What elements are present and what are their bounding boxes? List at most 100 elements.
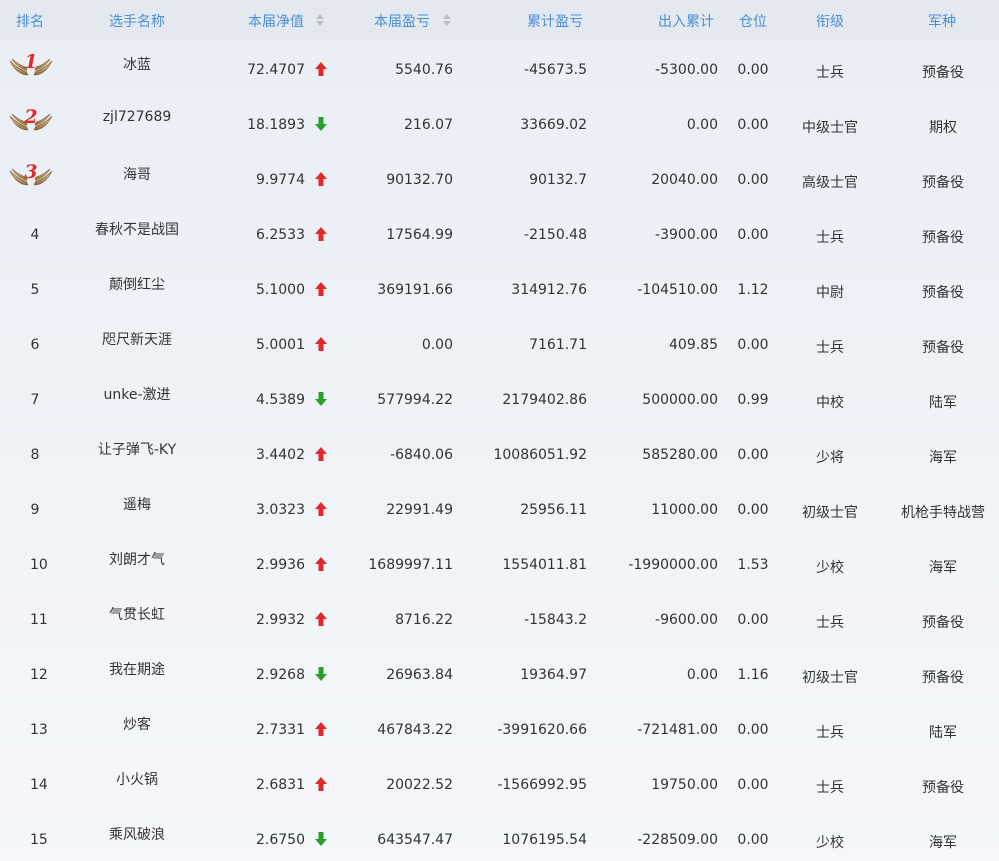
total-profit-value: -2150.48 — [524, 227, 587, 243]
table-row[interactable]: 6 咫尺新天涯 5.0001 0.00 7161.71 409.85 0.00 士兵 预备役 — [0, 315, 999, 370]
player-name[interactable]: 咫尺新天涯 — [70, 329, 204, 349]
arrow-up-icon — [314, 336, 328, 352]
position-value: 1.53 — [737, 557, 769, 573]
flow-value: 0.00 — [686, 117, 718, 133]
arm-value: 海军 — [929, 835, 957, 851]
profit-value: 8716.22 — [395, 612, 453, 628]
flow-value: 0.00 — [686, 667, 718, 683]
arm-value: 预备役 — [922, 340, 964, 356]
position-value: 0.00 — [737, 502, 769, 518]
table-row[interactable]: 13 炒客 2.7331 467843.22 -3991620.66 -721481.00… — [0, 700, 999, 755]
player-name[interactable]: 冰蓝 — [70, 54, 204, 74]
header-military-rank[interactable]: 衔级 — [816, 11, 844, 31]
table-row[interactable]: 12 我在期途 2.9268 26963.84 19364.97 0.00 1.16 初级士官… — [0, 645, 999, 700]
profit-value: 216.07 — [404, 117, 453, 133]
rank-number: 7 — [30, 392, 40, 408]
flow-value: 19750.00 — [651, 777, 718, 793]
header-flow[interactable]: 出入累计 — [658, 11, 714, 31]
flow-value: -3900.00 — [655, 227, 718, 243]
sort-icon[interactable] — [443, 14, 451, 26]
total-profit-value: 2179402.86 — [502, 392, 587, 408]
table-row[interactable]: 7 unke-激进 4.5389 577994.22 2179402.86 500000.… — [0, 370, 999, 425]
flow-value: 500000.00 — [642, 392, 718, 408]
player-name[interactable]: 海哥 — [70, 164, 204, 184]
rank-number: 1 — [24, 51, 38, 73]
profit-value: 90132.70 — [386, 172, 453, 188]
player-name[interactable]: 颠倒红尘 — [70, 274, 204, 294]
rank-medal-icon: 3 — [8, 161, 54, 191]
rank-medal-icon: 1 — [8, 51, 54, 81]
position-value: 0.00 — [737, 337, 769, 353]
arrow-up-icon — [314, 226, 328, 242]
total-profit-value: 7161.71 — [529, 337, 587, 353]
net-value: 9.9774 — [256, 172, 305, 188]
rank-number: 14 — [30, 777, 48, 793]
arm-value: 海军 — [929, 560, 957, 576]
arrow-up-icon — [314, 61, 328, 77]
table-row[interactable]: 15 乘风破浪 2.6750 643547.47 1076195.54 -228509.0… — [0, 810, 999, 861]
total-profit-value: -45673.5 — [524, 62, 587, 78]
player-name[interactable]: 炒客 — [70, 714, 204, 734]
arrow-up-icon — [314, 501, 328, 517]
flow-value: 409.85 — [669, 337, 718, 353]
rank-number: 8 — [30, 447, 40, 463]
player-name[interactable]: zjl727689 — [70, 109, 204, 125]
military-rank-value: 高级士官 — [802, 175, 858, 191]
player-name[interactable]: 气贯长虹 — [70, 604, 204, 624]
position-value: 0.99 — [737, 392, 769, 408]
arrow-up-icon — [314, 281, 328, 297]
header-name[interactable]: 选手名称 — [109, 11, 165, 31]
player-name[interactable]: 让子弹飞-KY — [70, 439, 204, 459]
table-row[interactable]: 3 海哥 9.9774 90132.70 90132.7 20040.00 0.00 高级士官… — [0, 150, 999, 205]
table-row[interactable]: 14 小火锅 2.6831 20022.52 -1566992.95 19750.00 0.… — [0, 755, 999, 810]
table-row[interactable]: 9 遥梅 3.0323 22991.49 25956.11 11000.00 0.00 初级士… — [0, 480, 999, 535]
header-position[interactable]: 仓位 — [739, 11, 767, 31]
header-profit[interactable]: 本届盈亏 — [374, 11, 430, 31]
net-value: 2.9936 — [256, 557, 305, 573]
arm-value: 陆军 — [929, 725, 957, 741]
table-row[interactable]: 2 zjl727689 18.1893 216.07 33669.02 0.00 0.00 中… — [0, 95, 999, 150]
table-row[interactable]: 8 让子弹飞-KY 3.4402 -6840.06 10086051.92 585280.… — [0, 425, 999, 480]
position-value: 0.00 — [737, 722, 769, 738]
arm-value: 预备役 — [922, 615, 964, 631]
net-value: 3.0323 — [256, 502, 305, 518]
arrow-down-icon — [314, 116, 328, 132]
position-value: 0.00 — [737, 62, 769, 78]
total-profit-value: 25956.11 — [520, 502, 587, 518]
net-value: 3.4402 — [256, 447, 305, 463]
header-net-value[interactable]: 本届净值 — [248, 11, 304, 31]
player-name[interactable]: 乘风破浪 — [70, 824, 204, 844]
player-name[interactable]: unke-激进 — [70, 384, 204, 404]
table-row[interactable]: 11 气贯长虹 2.9932 8716.22 -15843.2 -9600.00 0.00 士… — [0, 590, 999, 645]
profit-value: 369191.66 — [377, 282, 453, 298]
total-profit-value: 19364.97 — [520, 667, 587, 683]
arrow-up-icon — [314, 556, 328, 572]
header-arm[interactable]: 军种 — [928, 11, 956, 31]
net-value: 2.6831 — [256, 777, 305, 793]
table-row[interactable]: 4 春秋不是战国 6.2533 17564.99 -2150.48 -3900.00 0.0… — [0, 205, 999, 260]
total-profit-value: 10086051.92 — [493, 447, 587, 463]
header-total-profit[interactable]: 累计盈亏 — [527, 11, 583, 31]
profit-value: -6840.06 — [390, 447, 453, 463]
military-rank-value: 士兵 — [816, 725, 844, 741]
player-name[interactable]: 刘朗才气 — [70, 549, 204, 569]
sort-icon[interactable] — [316, 14, 324, 26]
arrow-down-icon — [314, 831, 328, 847]
table-row[interactable]: 1 冰蓝 72.4707 5540.76 -45673.5 -5300.00 0.00 士兵 预… — [0, 40, 999, 95]
table-header: 排名 选手名称 本届净值 本届盈亏 累计盈亏 出入累计 仓位 衔级 军种 — [0, 0, 999, 40]
military-rank-value: 中校 — [816, 395, 844, 411]
table-row[interactable]: 10 刘朗才气 2.9936 1689997.11 1554011.81 -1990000… — [0, 535, 999, 590]
net-value: 72.4707 — [247, 62, 305, 78]
position-value: 0.00 — [737, 447, 769, 463]
player-name[interactable]: 我在期途 — [70, 659, 204, 679]
player-name[interactable]: 遥梅 — [70, 494, 204, 514]
player-name[interactable]: 小火锅 — [70, 769, 204, 789]
position-value: 0.00 — [737, 227, 769, 243]
rank-number: 11 — [30, 612, 48, 628]
military-rank-value: 少校 — [816, 835, 844, 851]
total-profit-value: 1076195.54 — [502, 832, 587, 848]
table-row[interactable]: 5 颠倒红尘 5.1000 369191.66 314912.76 -104510.00 1… — [0, 260, 999, 315]
player-name[interactable]: 春秋不是战国 — [70, 219, 204, 239]
header-rank[interactable]: 排名 — [16, 11, 44, 31]
position-value: 0.00 — [737, 612, 769, 628]
